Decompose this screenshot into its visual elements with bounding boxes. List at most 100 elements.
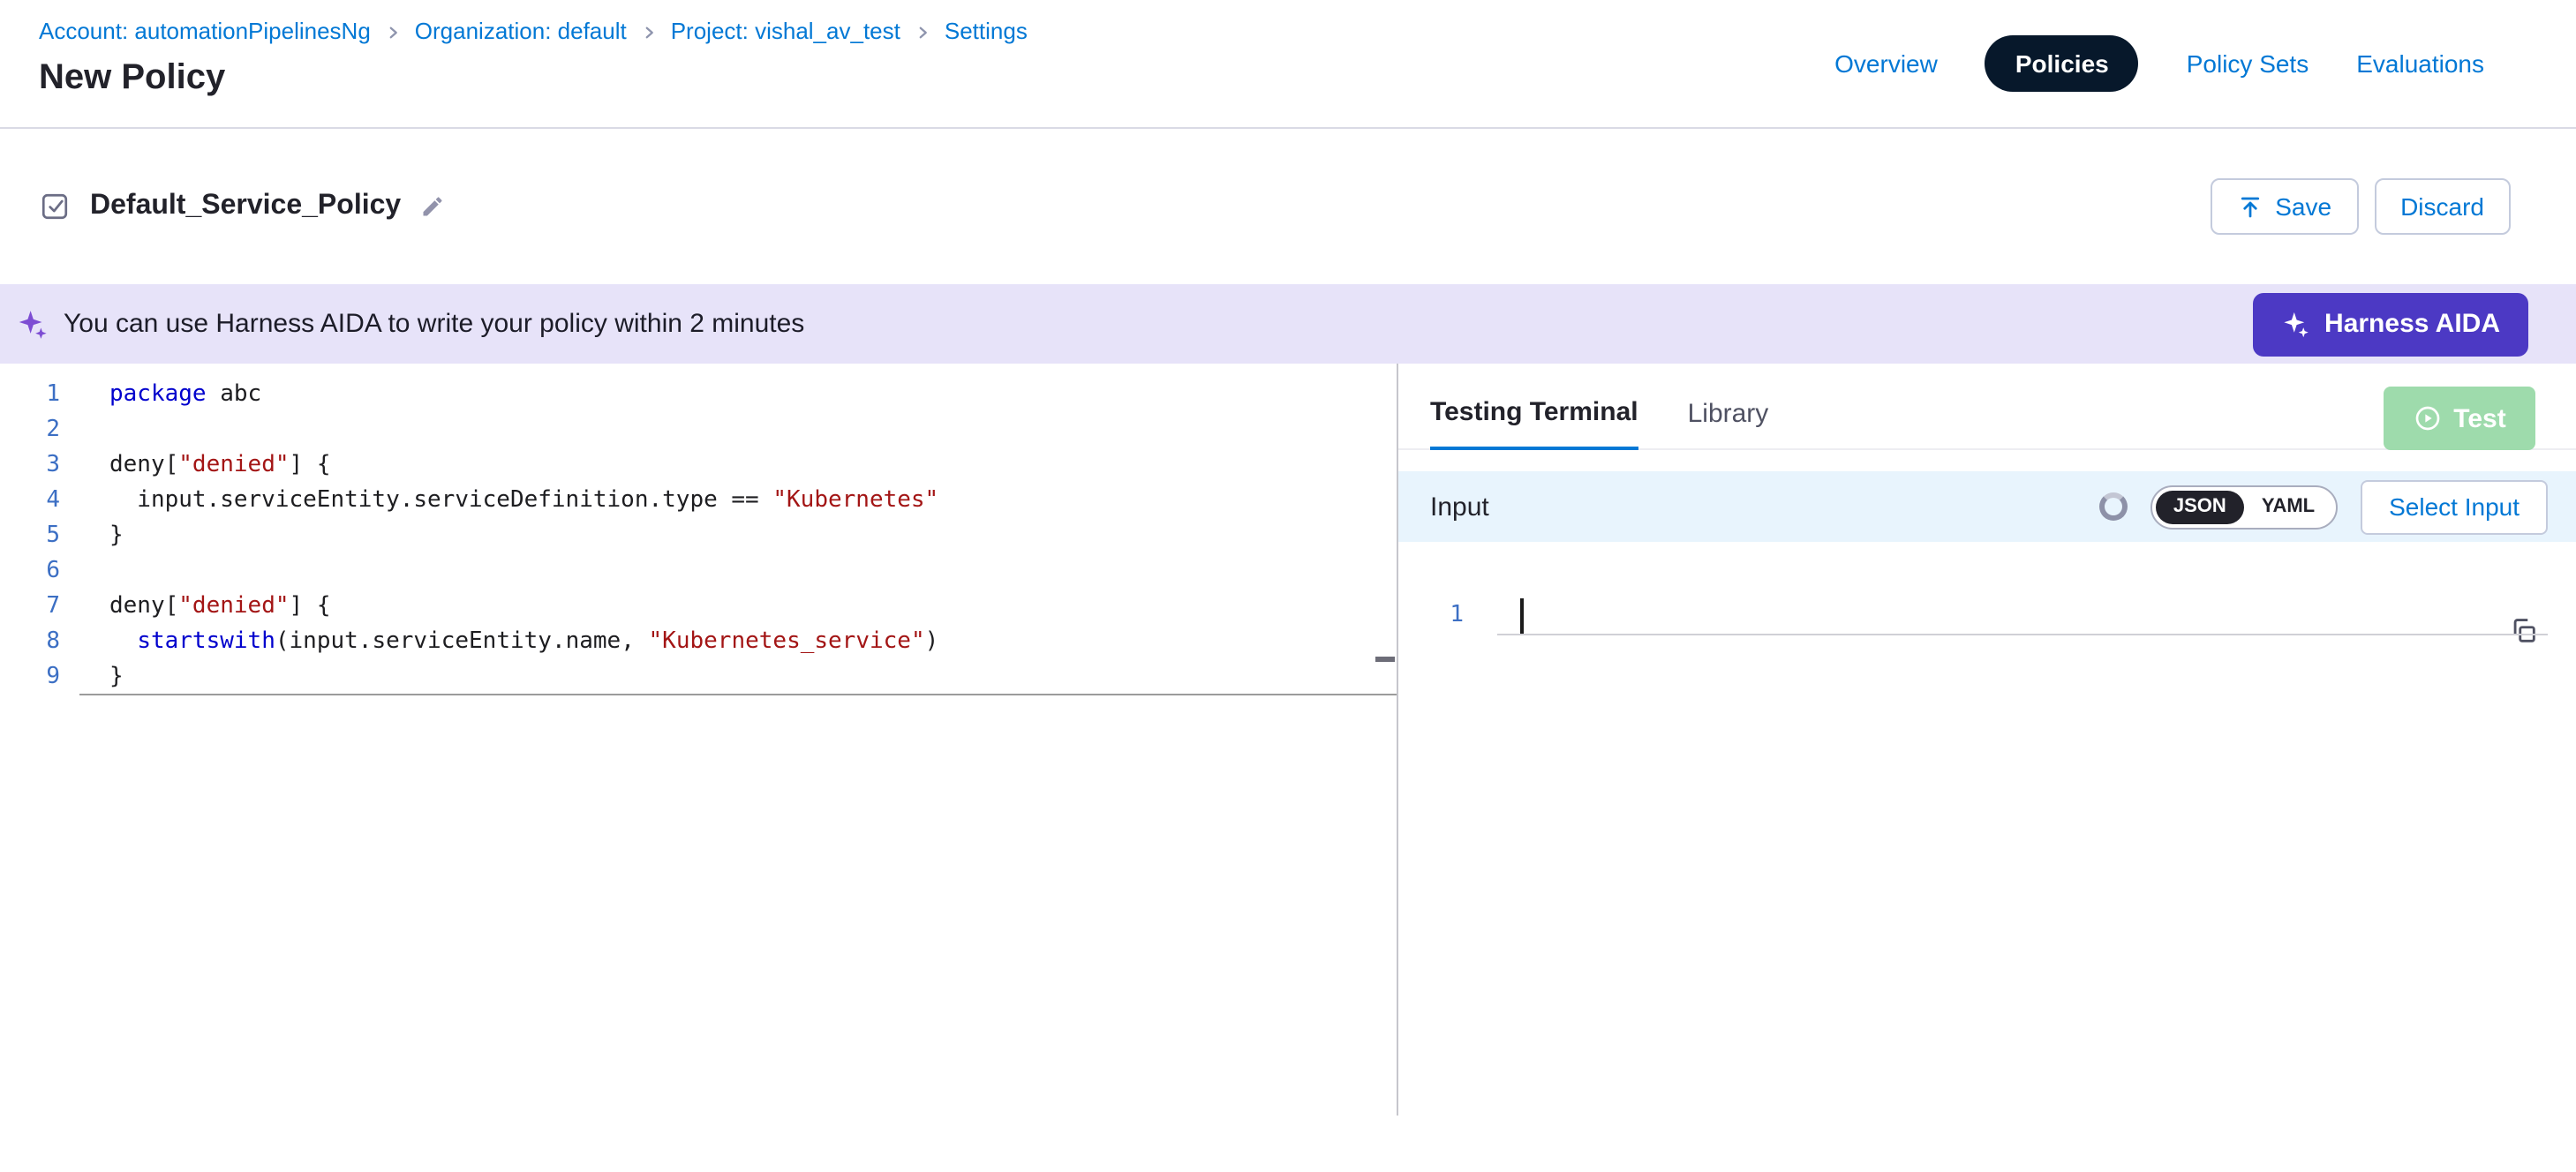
code-token: ] {: [290, 452, 331, 478]
code-text: startswith(input.serviceEntity.name, "Ku…: [60, 625, 938, 660]
code-token: package: [109, 381, 207, 408]
input-controls: JSON YAML Select Input: [2099, 479, 2548, 534]
code-token: deny[: [109, 593, 178, 620]
tab-overview[interactable]: Overview: [1834, 49, 1938, 78]
select-input-button[interactable]: Select Input: [2361, 479, 2548, 534]
breadcrumb-account[interactable]: Account: automationPipelinesNg: [39, 18, 371, 44]
check-square-icon: [39, 191, 71, 222]
code-token: [109, 628, 137, 655]
code-line[interactable]: 5}: [0, 519, 1397, 554]
discard-button[interactable]: Discard: [2374, 178, 2511, 235]
save-button[interactable]: Save: [2210, 178, 2358, 235]
input-label: Input: [1430, 492, 1489, 522]
code-token: "denied": [178, 452, 289, 478]
test-button[interactable]: Test: [2384, 387, 2535, 450]
input-line[interactable]: 1: [1398, 598, 2576, 634]
policy-name: Default_Service_Policy: [90, 191, 401, 222]
code-token: startswith: [137, 628, 275, 655]
code-token: }: [109, 522, 124, 549]
code-text: }: [60, 660, 124, 695]
tab-library[interactable]: Library: [1688, 399, 1769, 448]
input-editor[interactable]: 1: [1398, 598, 2576, 1172]
main-content: 1package abc23deny["denied"] {4 input.se…: [0, 364, 2576, 1116]
code-line[interactable]: 8 startswith(input.serviceEntity.name, "…: [0, 625, 1397, 660]
format-option-json[interactable]: JSON: [2156, 490, 2244, 523]
upload-arrow-icon: [2236, 193, 2263, 220]
code-token: input.serviceEntity.serviceDefinition.ty…: [109, 487, 772, 514]
chevron-right-icon: [641, 24, 657, 40]
policy-code-editor[interactable]: 1package abc23deny["denied"] {4 input.se…: [0, 364, 1398, 1116]
chevron-right-icon: [385, 24, 401, 40]
line-number: 8: [0, 625, 60, 660]
testing-terminal-panel: Testing Terminal Library Test Input JSON…: [1398, 364, 2576, 1116]
code-area[interactable]: 1package abc23deny["denied"] {4 input.se…: [0, 364, 1397, 695]
tab-testing-terminal[interactable]: Testing Terminal: [1430, 397, 1638, 450]
code-line[interactable]: 4 input.serviceEntity.serviceDefinition.…: [0, 484, 1397, 519]
code-text: [60, 413, 109, 448]
text-cursor: [1520, 598, 1523, 634]
code-text: deny["denied"] {: [60, 590, 331, 625]
code-text: [60, 554, 109, 590]
aida-banner-message: You can use Harness AIDA to write your p…: [64, 309, 804, 339]
code-token: ] {: [290, 593, 331, 620]
header-left: Account: automationPipelinesNg Organizat…: [39, 0, 1028, 127]
line-number: 3: [0, 448, 60, 484]
breadcrumb-organization[interactable]: Organization: default: [415, 18, 627, 44]
aida-banner-message-group: You can use Harness AIDA to write your p…: [16, 308, 804, 340]
line-number: 6: [0, 554, 60, 590]
tab-policies[interactable]: Policies: [1985, 35, 2139, 92]
policy-toolbar: Default_Service_Policy Save Discard: [0, 129, 2576, 284]
line-number: 4: [0, 484, 60, 519]
policy-identity: Default_Service_Policy: [39, 191, 445, 222]
chevron-right-icon: [915, 24, 930, 40]
harness-aida-button[interactable]: Harness AIDA: [2252, 292, 2528, 356]
breadcrumb: Account: automationPipelinesNg Organizat…: [39, 18, 1028, 44]
code-text: deny["denied"] {: [60, 448, 331, 484]
code-text: package abc: [60, 378, 261, 413]
input-section-header: Input JSON YAML Select Input: [1398, 471, 2576, 542]
spinner-icon: [2099, 492, 2128, 521]
format-toggle: JSON YAML: [2150, 485, 2338, 529]
sparkle-icon: [2280, 310, 2309, 338]
code-line[interactable]: 6: [0, 554, 1397, 590]
pencil-icon[interactable]: [420, 194, 445, 219]
play-circle-icon: [2413, 404, 2441, 432]
code-token: "denied": [178, 593, 289, 620]
code-token: abc: [207, 381, 262, 408]
save-button-label: Save: [2275, 192, 2331, 221]
code-token: (input.serviceEntity.name,: [275, 628, 649, 655]
code-token: "Kubernetes_service": [649, 628, 925, 655]
page-header: Account: automationPipelinesNg Organizat…: [0, 0, 2576, 129]
discard-button-label: Discard: [2400, 192, 2484, 221]
code-line[interactable]: 2: [0, 413, 1397, 448]
code-line[interactable]: 9}: [0, 660, 1397, 695]
toolbar-actions: Save Discard: [2210, 178, 2511, 235]
code-text: }: [60, 519, 124, 554]
breadcrumb-project[interactable]: Project: vishal_av_test: [671, 18, 900, 44]
tab-policy-sets[interactable]: Policy Sets: [2187, 49, 2309, 78]
page-title: New Policy: [39, 56, 1028, 99]
line-number: 5: [0, 519, 60, 554]
header-nav-tabs: Overview Policies Policy Sets Evaluation…: [1834, 0, 2576, 127]
line-number: 1: [0, 378, 60, 413]
code-token: "Kubernetes": [772, 487, 938, 514]
tab-evaluations[interactable]: Evaluations: [2356, 49, 2484, 78]
line-number: 1: [1398, 598, 1464, 634]
aida-banner: You can use Harness AIDA to write your p…: [0, 284, 2576, 364]
code-token: ): [925, 628, 939, 655]
code-line[interactable]: 3deny["denied"] {: [0, 448, 1397, 484]
line-number: 2: [0, 413, 60, 448]
test-button-label: Test: [2453, 403, 2505, 433]
code-line[interactable]: 7deny["denied"] {: [0, 590, 1397, 625]
code-line[interactable]: 1package abc: [0, 378, 1397, 413]
code-token: deny[: [109, 452, 178, 478]
code-token: }: [109, 664, 124, 690]
code-text: input.serviceEntity.serviceDefinition.ty…: [60, 484, 938, 519]
cursor-overview-marker: [1375, 657, 1395, 662]
sparkle-icon: [16, 308, 48, 340]
line-number: 9: [0, 660, 60, 695]
format-option-yaml[interactable]: YAML: [2244, 490, 2332, 523]
harness-aida-button-label: Harness AIDA: [2324, 309, 2500, 339]
line-number: 7: [0, 590, 60, 625]
breadcrumb-settings[interactable]: Settings: [945, 18, 1028, 44]
